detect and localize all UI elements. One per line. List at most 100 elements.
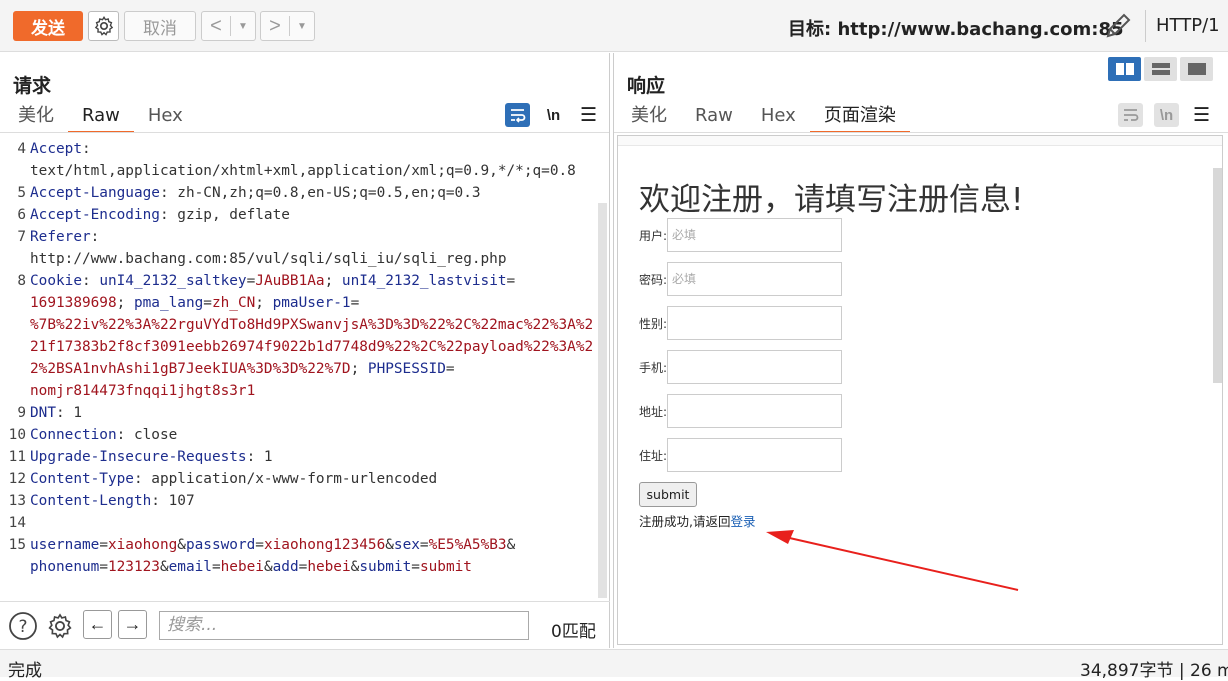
punctuation: : text/html,application/xhtml+xml,applic… [30, 141, 576, 179]
back-nav-group: < ▼ [201, 11, 256, 41]
phone-field[interactable] [667, 350, 843, 384]
success-text: 注册成功,请返回 [639, 514, 731, 529]
search-settings-gear-icon[interactable] [45, 611, 75, 641]
menu-icon[interactable]: ☰ [1189, 103, 1214, 127]
tab-hex[interactable]: Hex [747, 103, 810, 133]
settings-button[interactable] [88, 11, 119, 41]
code-line: 14 [0, 512, 598, 534]
submit-button[interactable]: submit [639, 482, 697, 507]
layout-side-by-side-icon[interactable] [1108, 57, 1141, 81]
line-content: Content-Type: application/x-www-form-url… [30, 468, 598, 490]
edit-target-button[interactable] [1102, 10, 1134, 42]
wrap-toggle-button[interactable] [505, 103, 530, 127]
header-key: add [272, 559, 299, 575]
punctuation: ; [255, 295, 273, 311]
line-number: 6 [17, 207, 26, 223]
scrollbar[interactable] [1213, 168, 1222, 383]
password-field[interactable]: 必填 [667, 262, 843, 296]
rendered-page: 欢迎注册，请填写注册信息! 用户: 必填 密码: 必填 性别: 手机: 地址: … [617, 135, 1223, 645]
cancel-button[interactable]: 取消 [124, 11, 196, 41]
success-message: 注册成功,请返回登录 [639, 511, 756, 530]
request-editor[interactable]: 4 Accept: text/html,application/xhtml+xml… [0, 138, 598, 600]
line-number: 11 [8, 449, 26, 465]
code-line: 4 Accept: text/html,application/xhtml+xml… [0, 138, 598, 182]
render-top-strip [618, 136, 1222, 146]
code-line: 13 Content-Length: 107 [0, 490, 598, 512]
search-input[interactable]: 搜索... [159, 611, 529, 640]
tab-raw[interactable]: Raw [681, 103, 747, 133]
form-row-phone: 手机: [639, 350, 843, 384]
search-prev-arrow-icon[interactable]: ← [83, 610, 112, 639]
wrap-toggle-button[interactable] [1118, 103, 1143, 127]
form-row-sex: 性别: [639, 306, 843, 340]
punctuation: = [99, 559, 108, 575]
page-heading: 欢迎注册，请填写注册信息! [639, 182, 1024, 218]
line-content: username=xiaohong&password=xiaohong12345… [30, 534, 598, 578]
punctuation: : 107 [151, 493, 195, 509]
header-key: phonenum [30, 559, 100, 575]
back-dropdown-icon[interactable]: ▼ [231, 21, 255, 32]
tab-render[interactable]: 页面渲染 [809, 103, 910, 133]
forward-button[interactable]: > [261, 15, 289, 38]
back-button[interactable]: < [202, 15, 230, 38]
tab-pretty[interactable]: 美化 [4, 103, 68, 133]
tab-hex[interactable]: Hex [134, 103, 197, 133]
code-line: 8 Cookie: unI4_2132_saltkey=JAuBB1Aa; unI… [0, 270, 598, 402]
annotation-arrow-icon [766, 530, 1019, 591]
field-label: 密码: [639, 272, 668, 287]
search-next-arrow-icon[interactable]: → [118, 610, 147, 639]
header-key: unI4_2132_saltkey [99, 273, 247, 289]
divider [0, 132, 609, 133]
sex-field[interactable] [667, 306, 843, 340]
punctuation: & [177, 537, 186, 553]
line-number: 10 [8, 427, 26, 443]
request-tabs: 美化 Raw Hex [4, 103, 197, 133]
forward-nav-group: > ▼ [260, 11, 315, 41]
line-content: Accept: text/html,application/xhtml+xml,… [30, 138, 598, 182]
address-field[interactable] [667, 394, 843, 428]
punctuation: & [263, 559, 273, 575]
header-value: hebei [307, 559, 351, 575]
match-count: 0匹配 [551, 622, 596, 642]
field-label: 性别: [639, 316, 668, 331]
punctuation: & [159, 559, 169, 575]
newline-toggle-button[interactable]: \n [1154, 103, 1179, 127]
code-line: 7 Referer: http://www.bachang.com:85/vul/… [0, 226, 598, 270]
line-content: DNT: 1 [30, 402, 598, 424]
punctuation: : 1 [246, 449, 273, 465]
layout-stacked-icon[interactable] [1144, 57, 1177, 81]
header-value: xiaohong [107, 537, 178, 553]
line-content: Connection: close [30, 424, 598, 446]
line-number: 13 [8, 493, 26, 509]
header-key: PHPSESSID [367, 361, 446, 377]
line-number: 8 [17, 273, 26, 289]
send-button[interactable]: 发送 [13, 11, 83, 41]
username-field[interactable]: 必填 [667, 218, 843, 252]
menu-icon[interactable]: ☰ [576, 103, 601, 127]
header-value: %E5%A5%B3 [428, 537, 507, 553]
wrap-icon [510, 109, 525, 123]
tab-pretty[interactable]: 美化 [617, 103, 681, 133]
forward-dropdown-icon[interactable]: ▼ [290, 21, 314, 32]
punctuation: = [246, 273, 256, 289]
header-key: DNT [30, 405, 56, 421]
punctuation: = [350, 295, 360, 311]
line-content: Content-Length: 107 [30, 490, 598, 512]
layout-tabs-icon[interactable] [1180, 57, 1213, 81]
code-line: 9 DNT: 1 [0, 402, 598, 424]
tab-raw[interactable]: Raw [68, 103, 134, 133]
header-value: nomjr814473fnqqi1jhgt8s3r1 [30, 383, 256, 399]
help-icon[interactable]: ? [8, 611, 38, 641]
punctuation: ; [324, 273, 342, 289]
login-link[interactable]: 登录 [730, 514, 755, 529]
newline-toggle-button[interactable]: \n [541, 103, 566, 127]
header-value: zh_CN [211, 295, 256, 311]
header-key: email [168, 559, 212, 575]
residence-field[interactable] [667, 438, 843, 472]
line-number: 15 [8, 537, 26, 553]
line-number: 4 [17, 141, 26, 157]
header-key: Content-Type [30, 471, 134, 487]
scrollbar[interactable] [598, 203, 607, 598]
header-key: Cookie [30, 273, 82, 289]
protocol-label[interactable]: HTTP/1 [1156, 15, 1220, 36]
